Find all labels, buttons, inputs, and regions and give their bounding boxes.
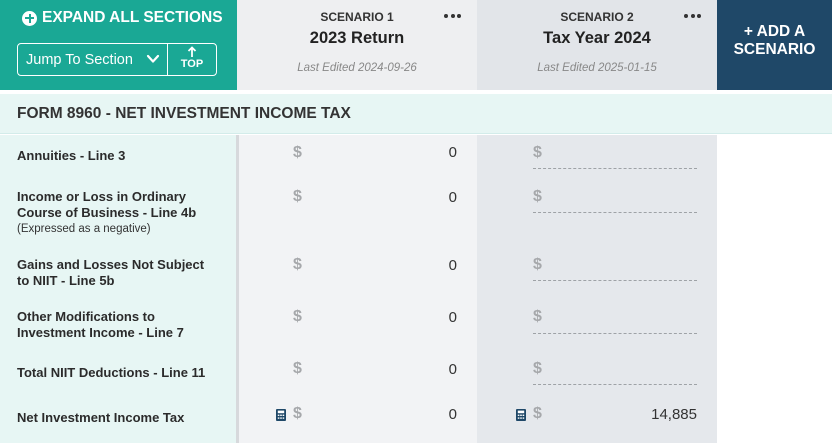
add-scenario-button[interactable]: + ADD A SCENARIO [717, 0, 832, 90]
scenario-2-last-edited: Last Edited 2025-01-15 [537, 62, 657, 74]
calculator-icon[interactable] [276, 409, 286, 421]
section-header[interactable]: FORM 8960 - NET INVESTMENT INCOME TAX [0, 94, 832, 134]
row-label-annuities: Annuities - Line 3 [17, 148, 126, 163]
currency-symbol: $ [293, 256, 302, 273]
scenario-1-total-niit-deductions-value[interactable]: 0 [397, 361, 457, 378]
expand-all-sections-button[interactable]: EXPAND ALL SECTIONS [22, 9, 223, 27]
scenario-1-annuities-value[interactable]: 0 [397, 144, 457, 161]
back-to-top-button[interactable]: TOP [167, 43, 217, 76]
currency-symbol: $ [533, 405, 542, 422]
row-label-total-niit-deductions: Total NIIT Deductions - Line 11 [17, 365, 206, 380]
add-scenario-label-line2: SCENARIO [733, 41, 816, 58]
currency-symbol: $ [293, 360, 302, 377]
row-label-line: Income or Loss in Ordinary [17, 189, 187, 204]
scenario-2-name[interactable]: Tax Year 2024 [477, 29, 717, 48]
scenario-1-income-loss-value[interactable]: 0 [397, 189, 457, 206]
scenario-2-header: SCENARIO 2 Tax Year 2024 Last Edited 202… [477, 0, 717, 90]
calculator-icon[interactable] [516, 409, 526, 421]
top-label: TOP [180, 58, 204, 70]
scenario-1-menu-icon[interactable] [444, 9, 461, 23]
scenario-2-income-loss-input[interactable] [533, 212, 697, 213]
row-note-expressed-negative: (Expressed as a negative) [17, 223, 151, 235]
column-divider [236, 135, 239, 443]
row-label-line: to NIIT - Line 5b [17, 273, 115, 288]
header-controls: EXPAND ALL SECTIONS Jump To Section TOP [0, 0, 237, 90]
row-label-line: Other Modifications to [17, 309, 155, 324]
scenario-2-total-niit-deductions-input[interactable] [533, 384, 697, 385]
scenario-2-net-investment-income-tax-value: 14,885 [651, 406, 697, 423]
plus-circle-icon [22, 10, 37, 26]
currency-symbol: $ [293, 308, 302, 325]
currency-symbol: $ [293, 405, 302, 422]
scenario-2-annuities-input[interactable] [533, 168, 697, 169]
scenario-2-gains-losses-input[interactable] [533, 280, 697, 281]
currency-symbol: $ [533, 256, 542, 273]
scenario-2-column [477, 135, 717, 443]
scenario-1-header: SCENARIO 1 2023 Return Last Edited 2024-… [237, 0, 477, 90]
row-label-line: Investment Income - Line 7 [17, 325, 184, 340]
scenario-1-last-edited: Last Edited 2024-09-26 [297, 62, 417, 74]
jump-to-section-dropdown[interactable]: Jump To Section [17, 43, 168, 76]
currency-symbol: $ [533, 188, 542, 205]
scenario-1-column [237, 135, 477, 443]
currency-symbol: $ [533, 144, 542, 161]
arrow-up-icon [187, 46, 197, 57]
row-label-line: Course of Business - Line 4b [17, 205, 197, 220]
scenario-2-other-modifications-input[interactable] [533, 333, 697, 334]
row-label-gains-losses: Gains and Losses Not Subject to NIIT - L… [17, 257, 227, 289]
scenario-2-label: SCENARIO 2 [560, 10, 634, 24]
label-column [0, 135, 237, 443]
expand-all-label: EXPAND ALL SECTIONS [42, 9, 223, 26]
scenario-1-other-modifications-value[interactable]: 0 [397, 309, 457, 326]
currency-symbol: $ [533, 308, 542, 325]
currency-symbol: $ [293, 188, 302, 205]
section-title: FORM 8960 - NET INVESTMENT INCOME TAX [17, 105, 351, 122]
jump-to-section-label: Jump To Section [26, 51, 133, 68]
scenario-1-net-investment-income-tax-value: 0 [448, 406, 457, 423]
add-scenario-label-line1: + ADD A [743, 23, 806, 40]
row-label-net-investment-income-tax: Net Investment Income Tax [17, 410, 185, 425]
scenario-1-name[interactable]: 2023 Return [237, 29, 477, 48]
scenario-2-menu-icon[interactable] [684, 9, 701, 23]
currency-symbol: $ [533, 360, 542, 377]
currency-symbol: $ [293, 144, 302, 161]
row-label-other-modifications: Other Modifications to Investment Income… [17, 309, 227, 341]
row-label-income-or-loss: Income or Loss in Ordinary Course of Bus… [17, 189, 227, 221]
scenario-1-gains-losses-value[interactable]: 0 [397, 257, 457, 274]
row-label-line: Gains and Losses Not Subject [17, 257, 205, 272]
chevron-down-icon [146, 54, 160, 63]
scenario-1-label: SCENARIO 1 [320, 10, 394, 24]
